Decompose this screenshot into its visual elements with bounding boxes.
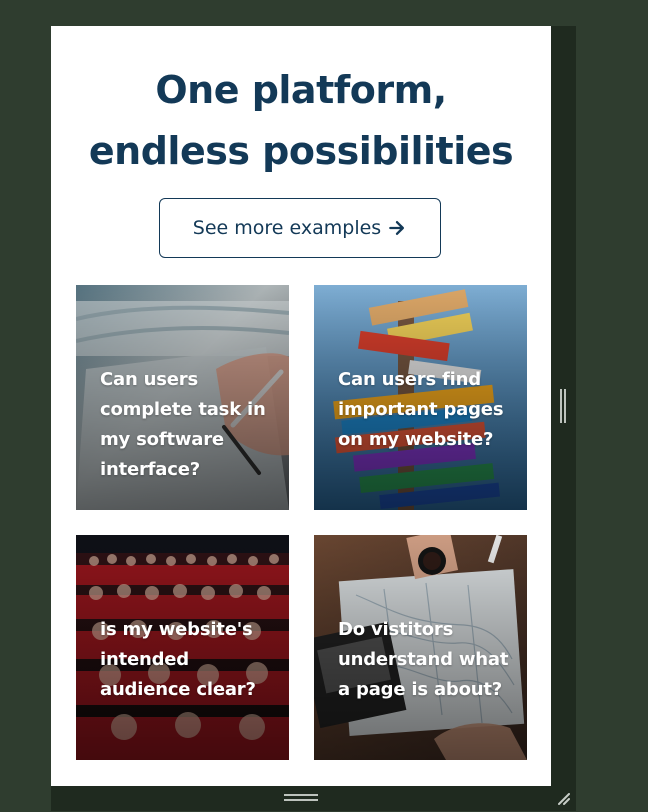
examples-grid: Can users complete task in my software i… bbox=[76, 285, 527, 760]
card-title: Can users complete task in my software i… bbox=[100, 369, 266, 480]
resize-corner-icon[interactable] bbox=[553, 788, 573, 808]
preview-viewport: One platform, endless possibilities See … bbox=[51, 26, 551, 786]
example-card-software-task[interactable]: Can users complete task in my software i… bbox=[76, 285, 289, 510]
example-card-page-understanding[interactable]: Do vistitors understand what a page is a… bbox=[314, 535, 527, 760]
vertical-resize-handle[interactable] bbox=[560, 389, 566, 423]
see-more-examples-label: See more examples bbox=[192, 217, 382, 239]
arrow-right-icon bbox=[387, 218, 407, 238]
card-title: Can users find important pages on my web… bbox=[338, 369, 504, 450]
example-card-important-pages[interactable]: Can users find important pages on my web… bbox=[314, 285, 527, 510]
example-card-intended-audience[interactable]: is my website's intended audience clear? bbox=[76, 535, 289, 760]
page-headline: One platform, endless possibilities bbox=[51, 60, 551, 182]
headline-line-1: One platform, bbox=[155, 68, 447, 112]
headline-line-2: endless possibilities bbox=[88, 129, 514, 173]
card-title: is my website's intended audience clear? bbox=[100, 619, 256, 700]
card-title: Do vistitors understand what a page is a… bbox=[338, 619, 509, 700]
see-more-examples-button[interactable]: See more examples bbox=[159, 198, 441, 258]
horizontal-resize-handle[interactable] bbox=[284, 794, 318, 802]
